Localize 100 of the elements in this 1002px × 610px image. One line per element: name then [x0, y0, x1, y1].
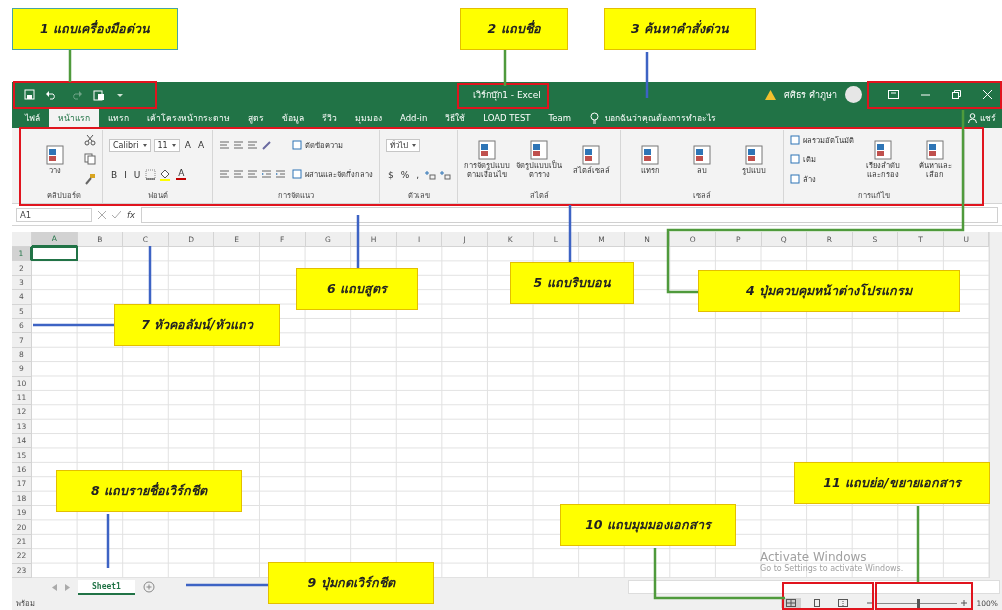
command-icon	[743, 143, 766, 166]
dropdown-field[interactable]: ทั่วไป	[386, 139, 421, 152]
page-break-icon	[837, 599, 848, 607]
user-name: ศศิธร คำภูษา	[784, 88, 837, 102]
format-button[interactable]: A	[195, 140, 207, 150]
sheet-tab[interactable]: Sheet1	[78, 579, 135, 595]
active-cell[interactable]	[31, 246, 78, 262]
command-icon	[44, 143, 66, 166]
fill-color-icon	[159, 168, 172, 181]
indent-icon	[275, 169, 287, 180]
caret-icon	[117, 91, 123, 98]
ribbon-icon-button[interactable]	[84, 133, 96, 146]
leader-line	[148, 246, 152, 304]
ribbon-tab[interactable]: รีวิว	[313, 107, 346, 128]
caret-icon	[171, 143, 176, 147]
callout-label: 7 หัวคอลัมน์/หัวแถว	[114, 304, 280, 346]
ribbon-icon-button[interactable]	[424, 170, 437, 180]
dropdown-field[interactable]: 11	[153, 138, 180, 152]
ribbon-tab[interactable]: ข้อมูล	[273, 107, 313, 128]
close-icon	[983, 90, 992, 99]
command-icon	[790, 174, 801, 185]
text-angle-icon	[261, 139, 274, 150]
format-button[interactable]: I	[122, 169, 129, 180]
leader-line	[106, 514, 110, 568]
font-color-button[interactable]: A	[174, 169, 189, 180]
callout-label: 1 แถบเครื่องมือด่วน	[12, 8, 178, 50]
leader-line	[645, 52, 649, 98]
plus-icon	[960, 600, 967, 606]
align-icon	[247, 139, 259, 150]
command-icon	[872, 139, 895, 162]
command-icon	[292, 169, 303, 180]
callout-label: 3 ค้นหาคำสั่งด่วน	[604, 8, 756, 50]
align-icon	[219, 139, 231, 150]
leader-line	[356, 215, 360, 268]
align-icon	[219, 169, 231, 180]
format-button[interactable]: B	[109, 169, 120, 180]
command-icon	[691, 143, 714, 166]
ribbon-tab[interactable]: สูตร	[239, 107, 273, 128]
formula-input[interactable]	[141, 206, 998, 223]
format-button[interactable]: A	[182, 140, 193, 150]
check-icon	[112, 210, 121, 219]
horizontal-scrollbar[interactable]	[628, 580, 1000, 594]
scroll-left-icon	[52, 583, 57, 591]
vertical-scrollbar[interactable]	[989, 232, 1002, 578]
command-icon	[476, 139, 499, 162]
callout-label: 8 แถบรายชื่อเวิร์กชีต	[56, 470, 242, 512]
ribbon-tab[interactable]: Add-in	[391, 107, 437, 128]
zoom-thumb[interactable]	[917, 598, 921, 608]
lightbulb-icon	[589, 111, 599, 124]
callout-label: 5 แถบริบบอน	[510, 262, 634, 304]
name-box[interactable]: A1	[16, 207, 92, 222]
ribbon-tab[interactable]: เค้าโครงหน้ากระดาษ	[138, 107, 239, 128]
command-icon	[790, 134, 801, 145]
ribbon-display-icon	[888, 90, 899, 99]
border-icon	[145, 169, 157, 180]
leader-line	[68, 50, 72, 82]
callout-label: 10 แถบมุมมองเอกสาร	[560, 504, 736, 546]
align-icon	[233, 139, 245, 150]
ribbon-icon-button[interactable]	[439, 170, 452, 180]
decimal-icon	[424, 170, 437, 180]
ribbon-tab[interactable]: Team	[539, 107, 580, 128]
callout-label: 4 ปุ่มควบคุมหน้าต่างโปรแกรม	[698, 270, 960, 312]
ribbon-tab[interactable]: วิธีใช้	[436, 107, 475, 128]
dropdown-field[interactable]: Calibri	[109, 138, 151, 152]
ribbon-icon-button[interactable]	[159, 168, 172, 181]
grid-icon	[785, 599, 796, 607]
callout-label: 9 ปุ่มกดเวิร์กชีต	[268, 562, 434, 604]
ribbon-icon-button[interactable]	[261, 139, 274, 150]
callout-label: 6 แถบสูตร	[296, 268, 418, 310]
format-button[interactable]: ,	[414, 170, 422, 180]
new-sheet-button[interactable]	[142, 581, 155, 593]
paintbrush-icon	[84, 173, 96, 186]
view-button[interactable]	[780, 598, 801, 608]
ribbon-tab[interactable]: ไฟล์	[16, 107, 49, 128]
align-icon	[247, 169, 259, 180]
leader-line	[568, 205, 572, 262]
format-button[interactable]: $	[386, 170, 396, 180]
restore-icon	[952, 90, 961, 99]
ribbon-tab[interactable]: มุมมอง	[346, 107, 391, 128]
format-button[interactable]: U	[131, 169, 143, 180]
leader-line	[503, 50, 507, 86]
ribbon-tab[interactable]: แทรก	[99, 107, 138, 128]
avatar[interactable]	[845, 86, 862, 103]
command-icon	[790, 154, 801, 165]
format-button[interactable]: %	[398, 170, 412, 180]
copy-icon	[84, 153, 96, 166]
command-icon	[292, 139, 303, 150]
ribbon-icon-button[interactable]	[84, 173, 96, 186]
person-icon	[968, 112, 977, 123]
share-button[interactable]: แชร์	[962, 107, 1002, 128]
callout-label: 11 แถบย่อ/ขยายเอกสาร	[794, 462, 990, 504]
tell-me-field[interactable]: บอกฉันว่าคุณต้องการทำอะไร	[604, 112, 765, 123]
align-icon	[233, 169, 245, 180]
insert-function-button[interactable]: fx	[127, 209, 136, 220]
scissors-icon	[84, 133, 96, 146]
ribbon-tab[interactable]: LOAD TEST	[474, 107, 540, 128]
ribbon-icon-button[interactable]	[84, 153, 96, 166]
ribbon-icon-button[interactable]	[145, 169, 157, 180]
command-icon	[639, 143, 662, 166]
scroll-right-icon	[65, 583, 70, 591]
